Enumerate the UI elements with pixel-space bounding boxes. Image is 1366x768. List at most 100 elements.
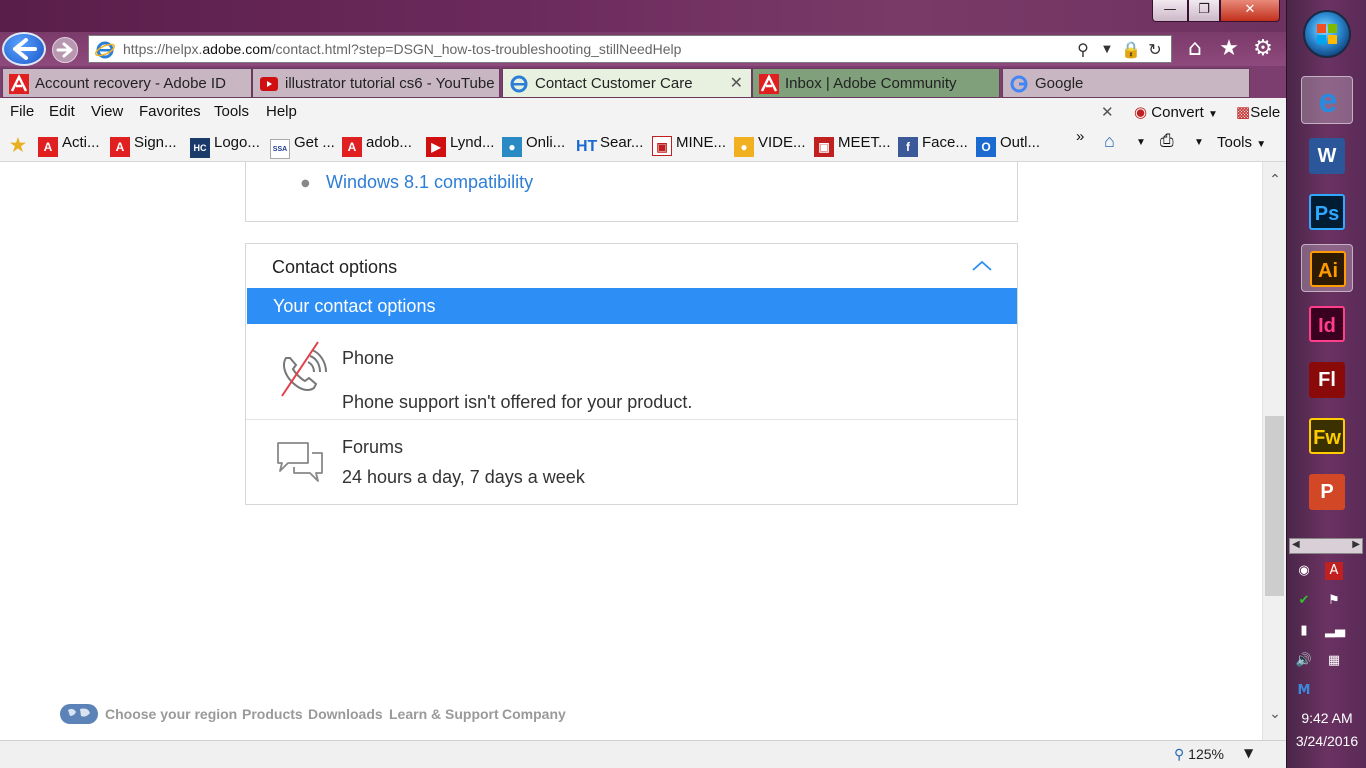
- forums-label[interactable]: Forums: [342, 437, 403, 458]
- signal-icon[interactable]: ▂▄: [1325, 622, 1345, 640]
- add-favorite-icon[interactable]: ★: [8, 134, 32, 155]
- globe-icon[interactable]: [60, 704, 98, 724]
- tab-adobe-community[interactable]: Inbox | Adobe Community: [752, 68, 1000, 98]
- vertical-scrollbar[interactable]: ⌃ ⌄: [1262, 162, 1286, 740]
- battery-icon[interactable]: ▮: [1295, 622, 1313, 640]
- webcam-tray-icon[interactable]: ◉: [1295, 562, 1313, 580]
- zoom-level[interactable]: ⚲ 125%: [1174, 746, 1224, 763]
- fav-item[interactable]: f Face...: [898, 134, 968, 157]
- print-dropdown-icon[interactable]: ▼: [1194, 137, 1204, 148]
- print-icon[interactable]: ⎙: [1160, 131, 1174, 151]
- adobe-tray-icon[interactable]: A: [1325, 562, 1343, 580]
- contact-options-title[interactable]: Contact options: [272, 257, 397, 278]
- fav-item[interactable]: ▣ MEET...: [814, 134, 891, 157]
- windows-tray-icon[interactable]: ▦: [1325, 652, 1343, 670]
- phone-option-row: Phone Phone support isn't offered for yo…: [246, 324, 1017, 420]
- company-link[interactable]: Company: [502, 706, 566, 722]
- taskbar-internet-explorer[interactable]: e: [1301, 76, 1353, 124]
- favorites-star-icon[interactable]: ★: [1216, 36, 1242, 62]
- menu-edit[interactable]: Edit: [49, 103, 75, 120]
- navigation-bar: https://helpx.adobe.com/contact.html?ste…: [0, 32, 1286, 66]
- tab-label: Inbox | Adobe Community: [785, 75, 957, 92]
- close-toolbar-icon[interactable]: ✕: [1101, 103, 1114, 121]
- menu-view[interactable]: View: [91, 103, 123, 120]
- tab-label: Google: [1035, 75, 1084, 92]
- fav-item[interactable]: ▣ MINE...: [652, 134, 726, 156]
- back-button[interactable]: [2, 32, 46, 66]
- maximize-button[interactable]: ❐: [1188, 0, 1220, 22]
- close-window-button[interactable]: ✕: [1220, 0, 1280, 22]
- search-icon[interactable]: ⚲: [1073, 40, 1093, 60]
- learn-support-link[interactable]: Learn & Support: [389, 706, 499, 722]
- taskbar-photoshop[interactable]: Ps: [1301, 188, 1353, 236]
- clock-date[interactable]: 3/24/2016: [1287, 733, 1366, 749]
- tab-google[interactable]: Google: [1002, 68, 1250, 98]
- products-link[interactable]: Products: [242, 706, 303, 722]
- fav-item[interactable]: ● VIDE...: [734, 134, 806, 157]
- fav-item[interactable]: O Outl...: [976, 134, 1040, 157]
- malwarebytes-icon[interactable]: M: [1295, 682, 1313, 700]
- title-bar: — ❐ ✕: [0, 0, 1286, 32]
- menu-help[interactable]: Help: [266, 103, 297, 120]
- close-tab-icon[interactable]: ✕: [730, 73, 743, 93]
- forums-option-row[interactable]: Forums 24 hours a day, 7 days a week: [246, 421, 1017, 505]
- security-tray-icon[interactable]: ✔: [1295, 592, 1313, 610]
- zoom-dropdown-icon[interactable]: ▼: [1244, 746, 1253, 760]
- clock-time[interactable]: 9:42 AM: [1287, 710, 1366, 726]
- tab-contact-customer-care[interactable]: Contact Customer Care ✕: [502, 68, 752, 98]
- fav-item[interactable]: A Acti...: [38, 134, 100, 157]
- start-button[interactable]: [1303, 10, 1351, 58]
- scroll-left-icon[interactable]: ◀: [1292, 539, 1300, 550]
- tools-button[interactable]: Tools ▼: [1217, 134, 1266, 151]
- phone-description: Phone support isn't offered for your pro…: [342, 392, 693, 412]
- convert-button[interactable]: ◉ Convert ▼: [1134, 103, 1218, 121]
- menu-favorites[interactable]: Favorites: [139, 103, 201, 120]
- taskbar-fireworks[interactable]: Fw: [1301, 412, 1353, 460]
- more-favorites-chevron-icon[interactable]: »: [1076, 128, 1084, 145]
- menu-file[interactable]: File: [10, 103, 34, 120]
- tab-label: Account recovery - Adobe ID: [35, 75, 226, 92]
- home-page-icon[interactable]: ⌂: [1104, 131, 1115, 152]
- taskbar-word[interactable]: W: [1301, 132, 1353, 180]
- chevron-up-icon[interactable]: [970, 256, 994, 276]
- tab-label: Contact Customer Care: [535, 75, 693, 92]
- taskbar-powerpoint[interactable]: P: [1301, 468, 1353, 516]
- choose-region-link[interactable]: Choose your region: [105, 706, 237, 722]
- taskbar-indesign[interactable]: Id: [1301, 300, 1353, 348]
- minimize-button[interactable]: —: [1152, 0, 1188, 22]
- windows-81-compatibility-link[interactable]: Windows 8.1 compatibility: [326, 172, 533, 193]
- fav-item[interactable]: A Sign...: [110, 134, 177, 157]
- tray-scroller[interactable]: ◀ ▶: [1289, 538, 1363, 554]
- refresh-icon[interactable]: ↻: [1145, 40, 1165, 60]
- settings-gear-icon[interactable]: ⚙: [1250, 36, 1276, 62]
- taskbar-illustrator[interactable]: Ai: [1301, 244, 1353, 292]
- fav-item[interactable]: ● Onli...: [502, 134, 565, 157]
- volume-icon[interactable]: 🔊: [1295, 652, 1313, 670]
- fav-item[interactable]: HT Sear...: [576, 134, 643, 157]
- scroll-up-chevron-icon[interactable]: ⌃: [1265, 172, 1285, 192]
- home-icon[interactable]: ⌂: [1182, 36, 1208, 62]
- search-dropdown-icon[interactable]: ▼: [1097, 40, 1117, 60]
- tab-youtube[interactable]: illustrator tutorial cs6 - YouTube: [252, 68, 500, 98]
- fav-item[interactable]: Aadob...: [342, 134, 412, 157]
- fav-item[interactable]: SSA Get ...: [270, 134, 335, 159]
- tab-account-recovery[interactable]: Account recovery - Adobe ID: [2, 68, 252, 98]
- flash-icon: Fl: [1309, 362, 1345, 398]
- ie-icon: [510, 75, 528, 93]
- home-dropdown-icon[interactable]: ▼: [1136, 137, 1146, 148]
- browser-window: — ❐ ✕ https://helpx.adobe.com/contact.ht…: [0, 0, 1286, 768]
- taskbar-flash[interactable]: Fl: [1301, 356, 1353, 404]
- scroll-down-chevron-icon[interactable]: ⌄: [1265, 706, 1285, 726]
- menu-tools[interactable]: Tools: [214, 103, 249, 120]
- favorites-bar: ★ A Acti... A Sign... HC Logo... SSA Get ...…: [0, 126, 1286, 162]
- address-bar[interactable]: https://helpx.adobe.com/contact.html?ste…: [88, 35, 1172, 63]
- select-button[interactable]: ▩Sele: [1236, 103, 1280, 121]
- scroll-right-icon[interactable]: ▶: [1352, 539, 1360, 550]
- fav-item[interactable]: ▶ Lynd...: [426, 134, 494, 157]
- action-center-flag-icon[interactable]: ⚑: [1325, 592, 1343, 610]
- forward-button[interactable]: [52, 37, 78, 63]
- lock-icon[interactable]: 🔒: [1121, 40, 1141, 60]
- downloads-link[interactable]: Downloads: [308, 706, 383, 722]
- scroll-thumb[interactable]: [1265, 416, 1284, 596]
- fav-item[interactable]: HC Logo...: [190, 134, 260, 158]
